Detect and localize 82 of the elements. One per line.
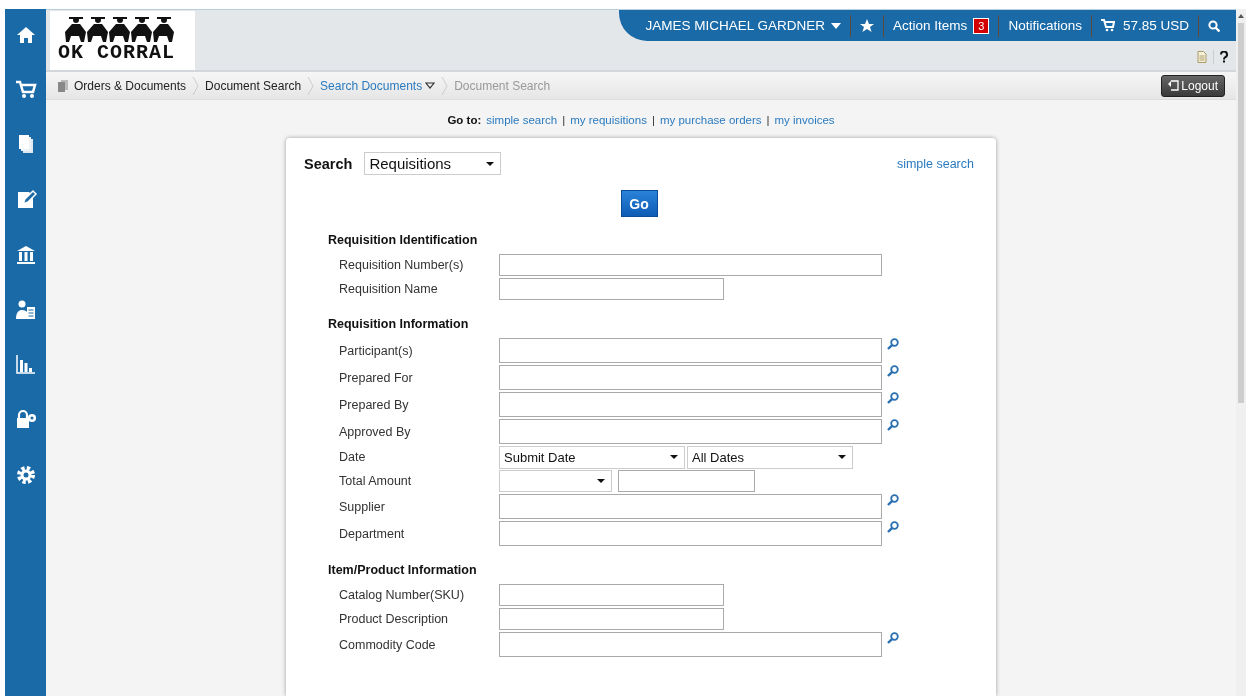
caret-icon [425, 82, 436, 89]
dropdown-arrow-icon [486, 161, 495, 166]
input-field[interactable] [499, 494, 882, 519]
cart-icon[interactable] [14, 79, 37, 101]
field-label: Requisition Name [338, 282, 439, 296]
input-field[interactable] [499, 632, 882, 657]
field-label: Supplier [338, 499, 386, 514]
search-icon[interactable] [887, 392, 899, 404]
search-icon[interactable] [887, 494, 899, 506]
field-label: Product Description [338, 612, 450, 626]
search-label: Search [304, 155, 353, 172]
breadcrumb-link[interactable]: Document Search [205, 78, 302, 93]
goto-label: Go to: [447, 114, 482, 126]
field-label: Requisition Number(s) [338, 258, 465, 272]
separator: | [651, 114, 655, 126]
field-label: Catalog Number(SKU) [338, 588, 466, 602]
input-field[interactable] [499, 365, 882, 390]
input-field[interactable] [499, 608, 724, 630]
user-menu[interactable]: JAMES MICHAEL GARDNER [645, 18, 841, 33]
dropdown-arrow-icon [597, 479, 605, 483]
date-range-select[interactable]: All Dates [687, 445, 853, 469]
star-icon[interactable] [860, 19, 874, 32]
go-button[interactable]: Go [620, 190, 658, 217]
breadcrumb-current: Document Search [454, 78, 551, 93]
input-field[interactable] [499, 254, 882, 276]
input-field[interactable] [499, 392, 882, 417]
settings-icon[interactable] [14, 464, 37, 486]
cart-total[interactable]: 57.85 USD [1122, 18, 1189, 33]
help-icon[interactable] [1220, 51, 1228, 63]
action-items-link[interactable]: Action Items 3 [893, 17, 990, 34]
field-label: Approved By [338, 424, 412, 439]
logo-text: OK CORRAL [58, 44, 176, 62]
bank-icon[interactable] [14, 244, 37, 266]
breadcrumb-link[interactable]: Orders & Documents [74, 78, 187, 93]
quick-link[interactable]: my purchase orders [659, 114, 762, 126]
count-badge: 3 [973, 17, 990, 34]
search-icon[interactable] [887, 521, 899, 533]
logout-button[interactable]: Logout [1161, 74, 1225, 97]
lock-gear-icon[interactable] [14, 409, 37, 431]
quick-link[interactable]: my requisitions [570, 114, 647, 126]
section-heading: Requisition Identification [328, 233, 479, 247]
document-type-select[interactable]: Requisitions [364, 152, 502, 175]
cart-icon[interactable] [1100, 19, 1115, 32]
bar-chart-icon[interactable] [14, 354, 37, 376]
scrollbar[interactable] [1236, 9, 1246, 696]
search-icon[interactable] [887, 338, 899, 350]
search-icon[interactable] [887, 365, 899, 377]
input-field[interactable] [499, 338, 882, 363]
breadcrumb-menu[interactable]: Search Documents [320, 78, 436, 93]
notifications-link[interactable]: Notifications [1008, 18, 1082, 33]
section-heading: Requisition Information [328, 317, 470, 331]
date-type-select[interactable]: Submit Date [499, 445, 685, 469]
separator: | [562, 114, 566, 126]
amount-field[interactable] [618, 470, 755, 492]
caret-icon [831, 22, 841, 29]
field-label: Commodity Code [338, 637, 437, 652]
simple-search-link[interactable]: simple search [896, 156, 974, 171]
field-label: Total Amount [338, 474, 413, 488]
documents-icon [58, 79, 68, 92]
input-field[interactable] [499, 278, 724, 300]
field-label: Department [338, 526, 406, 541]
search-icon[interactable] [1208, 19, 1220, 32]
section-heading: Item/Product Information [328, 563, 478, 577]
field-label: Prepared By [338, 397, 410, 412]
dropdown-arrow-icon [670, 455, 678, 459]
field-label: Date [338, 450, 367, 464]
chevron-icon [441, 76, 449, 95]
chevron-icon [307, 76, 315, 95]
quick-link[interactable]: my invoices [774, 114, 835, 126]
field-label: Participant(s) [338, 343, 414, 358]
chevron-icon [192, 76, 200, 95]
logout-icon [1168, 80, 1180, 91]
dropdown-arrow-icon [838, 455, 846, 459]
separator: | [766, 114, 770, 126]
quick-link[interactable]: simple search [486, 114, 558, 126]
search-icon[interactable] [887, 419, 899, 431]
input-field[interactable] [499, 584, 724, 606]
input-field[interactable] [499, 419, 882, 444]
search-icon[interactable] [887, 632, 899, 644]
field-label: Prepared For [338, 370, 414, 385]
person-clipboard-icon[interactable] [14, 299, 37, 321]
input-field[interactable] [499, 521, 882, 546]
